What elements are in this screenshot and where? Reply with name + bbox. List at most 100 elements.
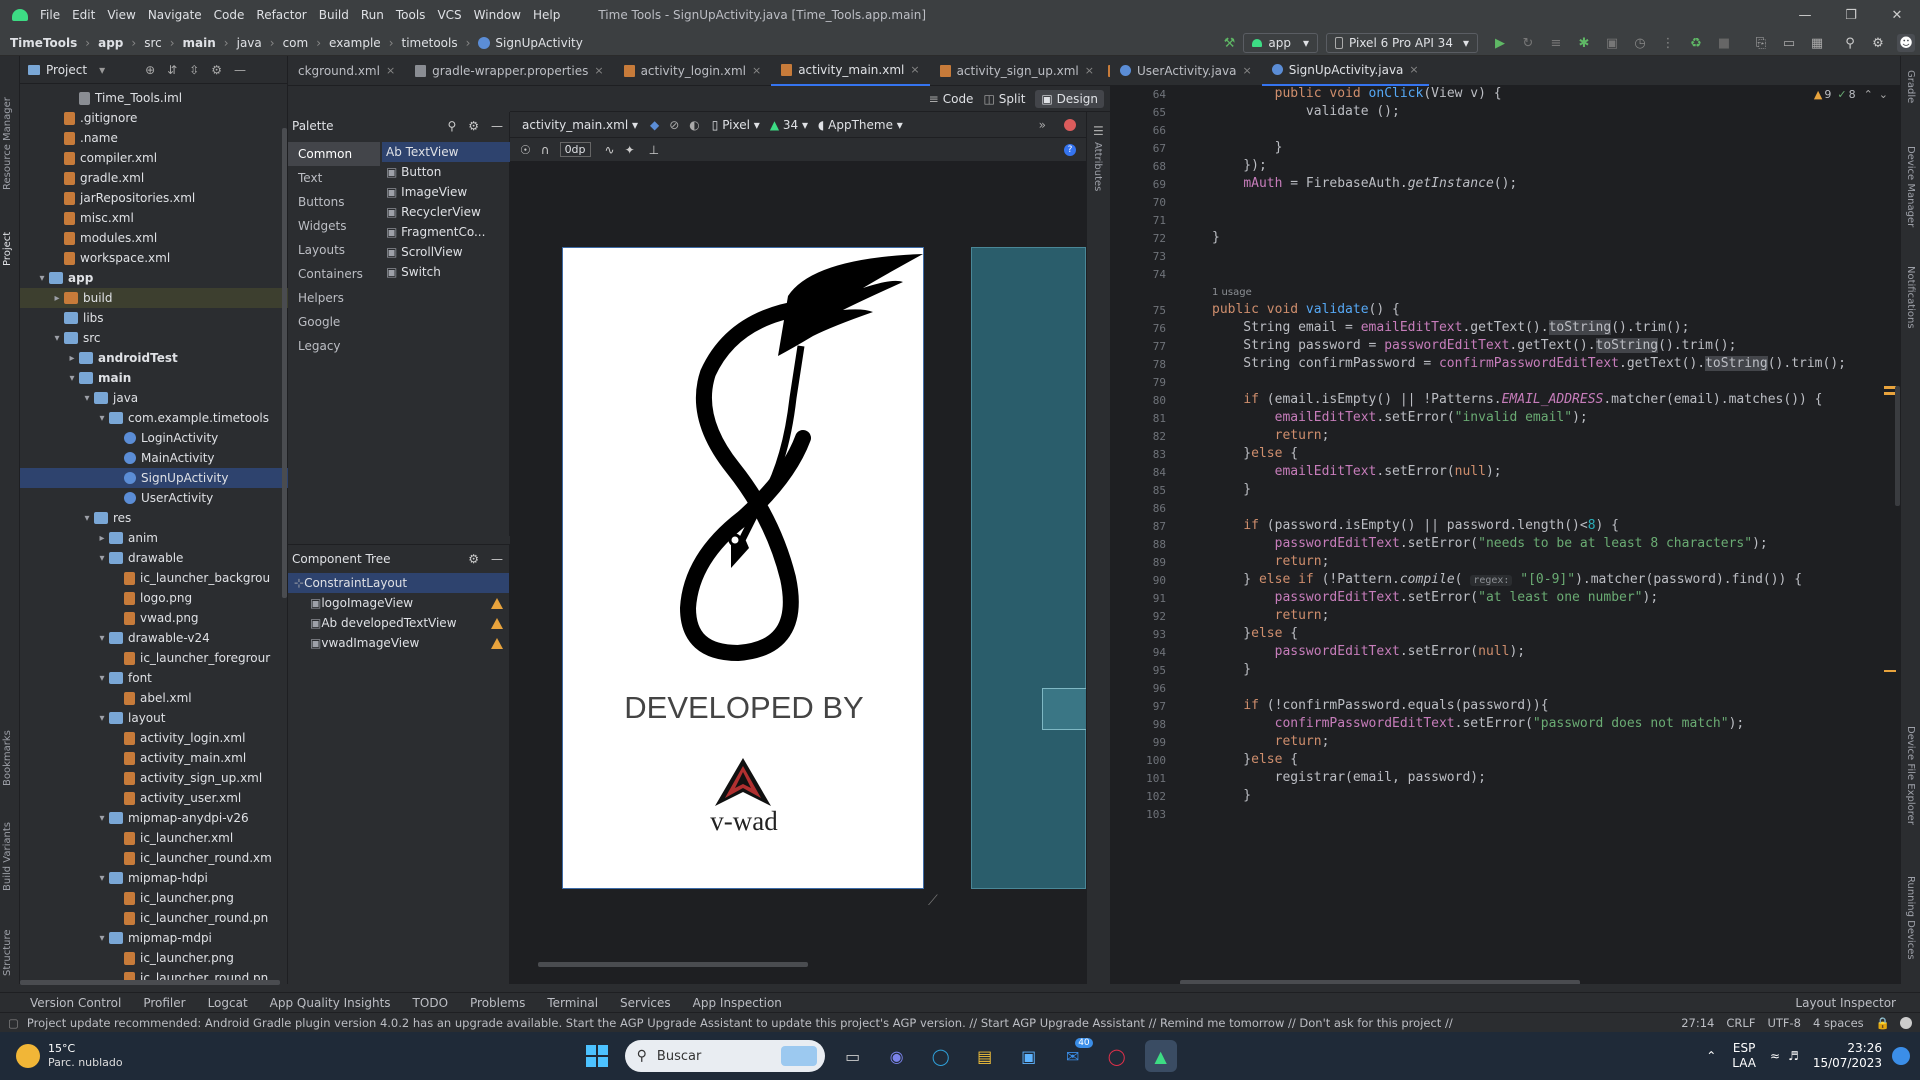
- palette-category[interactable]: Common: [288, 142, 380, 166]
- lock-icon[interactable]: 🔒: [1876, 1016, 1890, 1030]
- language-indicator[interactable]: ESP LAA: [1732, 1041, 1756, 1071]
- close-icon[interactable]: ×: [752, 64, 761, 77]
- chevron-down-icon[interactable]: ▾: [35, 273, 49, 284]
- breadcrumb-app[interactable]: app: [98, 36, 123, 50]
- tree-item[interactable]: ▾ com.example.timetools: [20, 408, 288, 428]
- tree-item[interactable]: ▸ androidTest: [20, 348, 288, 368]
- hammer-build-icon[interactable]: ⚒: [1220, 34, 1238, 52]
- palette-category[interactable]: Containers: [288, 262, 380, 286]
- file-encoding[interactable]: UTF-8: [1767, 1016, 1801, 1030]
- palette-item[interactable]: ▣ ScrollView: [382, 242, 510, 262]
- gradle-tab[interactable]: Gradle: [1905, 70, 1916, 130]
- tree-item[interactable]: .name: [20, 128, 288, 148]
- chevron-down-icon[interactable]: ▾: [80, 513, 94, 524]
- tree-item[interactable]: compiler.xml: [20, 148, 288, 168]
- tree-item[interactable]: gradle.xml: [20, 168, 288, 188]
- breadcrumb-signupactivity[interactable]: SignUpActivity: [495, 36, 582, 50]
- palette-category[interactable]: Layouts: [288, 238, 380, 262]
- palette-category[interactable]: Legacy: [288, 334, 380, 358]
- menu-code[interactable]: Code: [214, 8, 245, 22]
- surface-scrollbar[interactable]: [538, 962, 808, 967]
- component-tree-item[interactable]: ▣ logoImageView: [288, 593, 509, 613]
- code-line[interactable]: public void validate() {: [1212, 302, 1400, 317]
- breadcrumb-main[interactable]: main: [183, 36, 216, 50]
- code-line[interactable]: }: [1212, 482, 1251, 497]
- services-tab[interactable]: Services: [620, 996, 671, 1010]
- palette-item[interactable]: ▣ ImageView: [382, 182, 510, 202]
- hide-panel-icon[interactable]: —: [491, 119, 503, 133]
- tree-item[interactable]: LoginActivity: [20, 428, 288, 448]
- warning-icon[interactable]: [491, 637, 503, 649]
- gear-icon[interactable]: ⚙: [1869, 34, 1887, 52]
- clock[interactable]: 23:26 15/07/2023: [1813, 1041, 1882, 1071]
- code-line[interactable]: if (password.isEmpty() || password.lengt…: [1212, 518, 1619, 533]
- tree-item[interactable]: ▾ mipmap-mdpi: [20, 928, 288, 948]
- gear-icon[interactable]: ⚙: [468, 552, 479, 566]
- menu-window[interactable]: Window: [474, 8, 521, 22]
- device-manager-tab[interactable]: Device Manager: [1905, 146, 1916, 256]
- blueprint-preview[interactable]: [971, 247, 1088, 889]
- tab-gradle-wrapper[interactable]: gradle-wrapper.properties ×: [405, 56, 613, 86]
- api-level-select[interactable]: ▲ 34 ▾: [770, 118, 808, 132]
- mail-icon[interactable]: ✉ 40: [1057, 1038, 1093, 1072]
- close-icon[interactable]: ×: [1085, 64, 1094, 77]
- gear-icon[interactable]: ⚙: [468, 119, 479, 133]
- tree-item[interactable]: ▾ drawable-v24: [20, 628, 288, 648]
- warning-icon[interactable]: [491, 597, 503, 609]
- split-mode-button[interactable]: Split: [999, 92, 1026, 106]
- palette-category[interactable]: Widgets: [288, 214, 380, 238]
- weather-widget[interactable]: 15°C Parc. nublado: [16, 1042, 123, 1070]
- code-line[interactable]: }else {: [1212, 752, 1298, 767]
- palette-category[interactable]: Buttons: [288, 190, 380, 214]
- clear-constraints-icon[interactable]: ∿: [605, 143, 615, 157]
- default-margin-field[interactable]: 0dp: [559, 142, 591, 157]
- device-file-explorer-tab[interactable]: Device File Explorer: [1905, 726, 1916, 866]
- tree-item[interactable]: activity_user.xml: [20, 788, 288, 808]
- chevron-down-icon[interactable]: ▾: [95, 413, 109, 424]
- structure-tab[interactable]: Structure: [2, 906, 13, 976]
- developed-by-text[interactable]: DEVELOPED BY: [563, 690, 925, 726]
- tree-item[interactable]: ic_launcher_round.pn: [20, 968, 288, 988]
- tree-item[interactable]: activity_main.xml: [20, 748, 288, 768]
- tree-scrollbar[interactable]: [282, 128, 287, 598]
- todo-tab[interactable]: TODO: [413, 996, 448, 1010]
- menu-view[interactable]: View: [107, 8, 135, 22]
- close-icon[interactable]: ×: [386, 64, 395, 77]
- run-icon[interactable]: ▶: [1491, 34, 1509, 52]
- chevron-down-icon[interactable]: ▾: [95, 813, 109, 824]
- layers-icon[interactable]: ◆: [650, 118, 659, 132]
- code-line[interactable]: }: [1212, 788, 1251, 803]
- file-explorer-icon[interactable]: ▤: [969, 1040, 1001, 1072]
- close-icon[interactable]: ×: [910, 63, 919, 76]
- chevron-up-icon[interactable]: ⌃: [1706, 1049, 1716, 1063]
- tree-item[interactable]: ▾ mipmap-hdpi: [20, 868, 288, 888]
- component-tree-item[interactable]: ⊹ ConstraintLayout: [288, 573, 509, 593]
- profiler-tab[interactable]: Profiler: [143, 996, 185, 1010]
- chevron-down-icon[interactable]: ▾: [95, 673, 109, 684]
- rerun-icon[interactable]: ↻: [1519, 34, 1537, 52]
- tree-item[interactable]: .gitignore: [20, 108, 288, 128]
- breadcrumb-src[interactable]: src: [144, 36, 162, 50]
- line-separator[interactable]: CRLF: [1726, 1016, 1755, 1030]
- design-mode-button[interactable]: ▣ Design: [1035, 89, 1104, 108]
- breadcrumb-example[interactable]: example: [329, 36, 381, 50]
- palette-category[interactable]: Helpers: [288, 286, 380, 310]
- code-line[interactable]: }: [1212, 230, 1220, 245]
- tree-item[interactable]: SignUpActivity: [20, 468, 288, 488]
- assistant-icon[interactable]: ☻: [1897, 34, 1915, 52]
- tree-item[interactable]: ic_launcher.xml: [20, 828, 288, 848]
- indent-setting[interactable]: 4 spaces: [1813, 1016, 1864, 1030]
- breadcrumb-com[interactable]: com: [283, 36, 309, 50]
- code-line[interactable]: if (!confirmPassword.equals(password)){: [1212, 698, 1548, 713]
- restore-icon[interactable]: ❐: [1828, 0, 1874, 30]
- menu-build[interactable]: Build: [319, 8, 349, 22]
- memory-indicator-icon[interactable]: [1900, 1016, 1912, 1029]
- chevron-right-icon[interactable]: ▸: [50, 293, 64, 304]
- chevron-down-icon[interactable]: ▾: [95, 933, 109, 944]
- chevron-down-icon[interactable]: ▾: [65, 373, 79, 384]
- menu-run[interactable]: Run: [361, 8, 384, 22]
- chevron-down-icon[interactable]: ▾: [95, 553, 109, 564]
- tree-item[interactable]: activity_sign_up.xml: [20, 768, 288, 788]
- tab-activity-sign-up[interactable]: activity_sign_up.xml ×: [930, 56, 1104, 86]
- caret-position[interactable]: 27:14: [1681, 1016, 1714, 1030]
